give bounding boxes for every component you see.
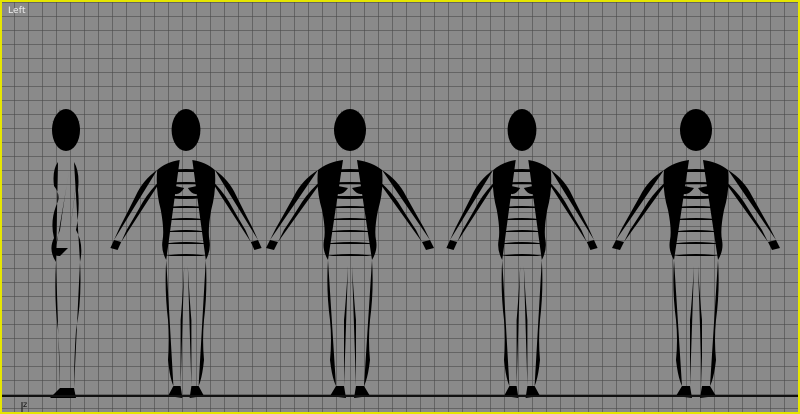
wireframe-scene: [50, 109, 780, 398]
axis-gizmo-icon: [21, 402, 23, 412]
ground-line: [2, 395, 798, 397]
figure-three-quarter-back-view[interactable]: [446, 109, 598, 398]
figure-side-view[interactable]: [50, 109, 82, 398]
axis-label-z: z: [23, 400, 28, 409]
figure-front-view[interactable]: [266, 109, 434, 398]
figure-back-view[interactable]: [612, 109, 780, 398]
left-viewport[interactable]: Left z: [0, 0, 800, 414]
figure-three-quarter-front-view[interactable]: [110, 109, 262, 398]
